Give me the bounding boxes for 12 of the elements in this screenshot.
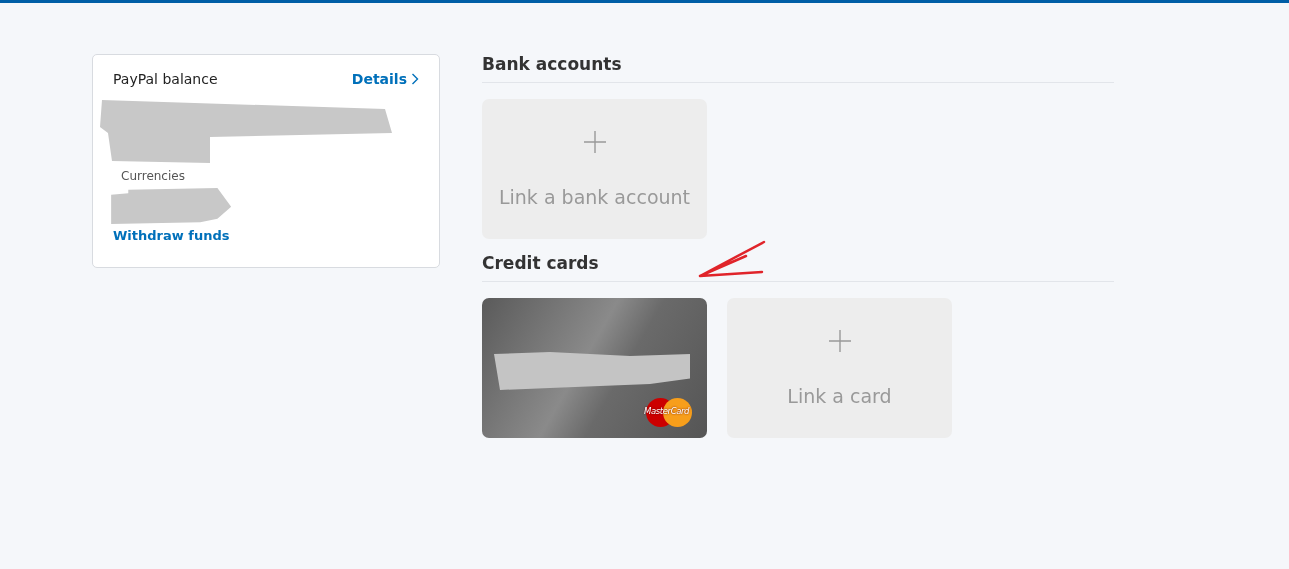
arrow-annotation	[696, 240, 768, 280]
section-heading: Credit cards	[482, 253, 1114, 282]
chevron-icon	[411, 73, 419, 85]
link-bank-account-tile[interactable]: Link a bank account	[482, 99, 707, 239]
section-heading: Bank accounts	[482, 54, 1114, 83]
details-link[interactable]: Details	[351, 71, 419, 87]
plus-icon	[582, 130, 607, 154]
plus-icon	[827, 329, 852, 353]
withdraw-funds-link[interactable]: Withdraw funds	[113, 228, 230, 243]
currencies-label: Currencies	[121, 169, 185, 183]
balance-title: PayPal balance	[113, 71, 218, 87]
link-card-tile[interactable]: Link a card	[727, 298, 952, 438]
